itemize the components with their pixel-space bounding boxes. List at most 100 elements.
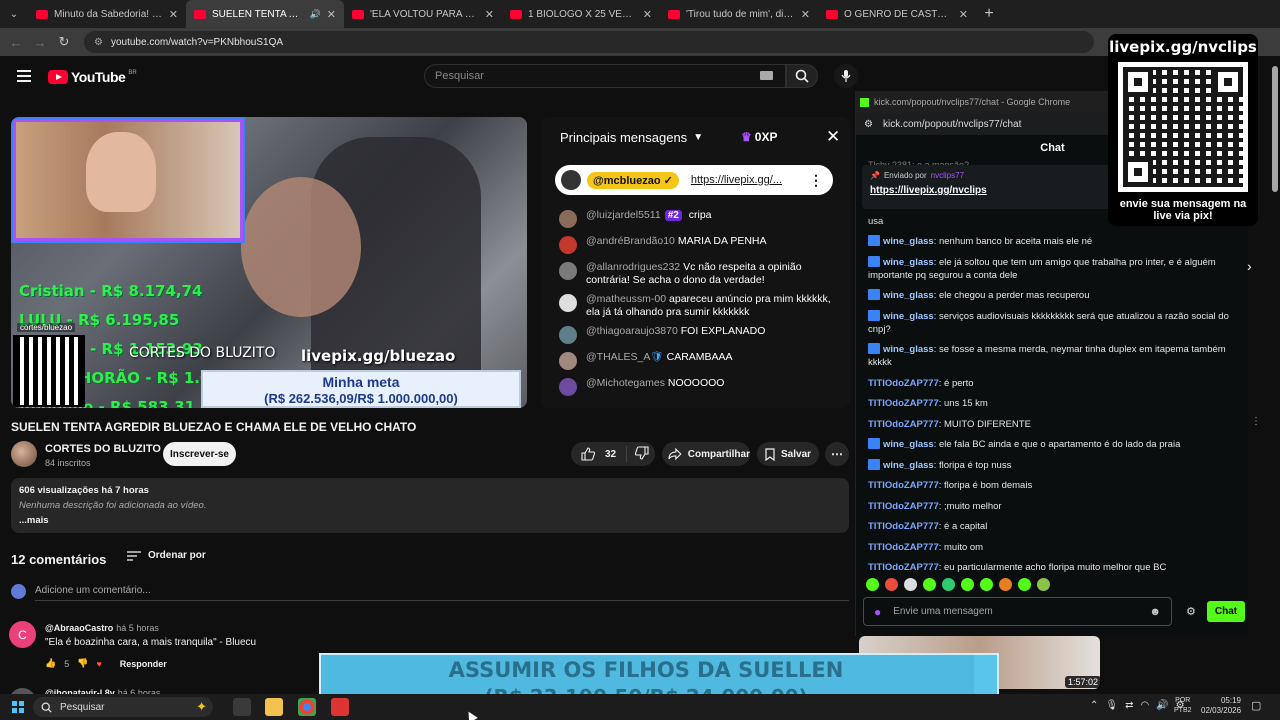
- kick-username[interactable]: TITIOdoZAP777: [868, 398, 939, 409]
- live-chat-username[interactable]: @THALES_A: [586, 351, 650, 363]
- kick-username[interactable]: TITIOdoZAP777: [868, 480, 939, 491]
- notifications-icon[interactable]: ▢: [1251, 699, 1261, 712]
- chrome-icon[interactable]: [298, 698, 316, 716]
- kick-username[interactable]: wine_glass: [883, 344, 934, 355]
- avatar[interactable]: [559, 294, 577, 312]
- back-icon[interactable]: ←: [4, 35, 28, 50]
- video-player[interactable]: Cristian - R$ 8.174,74 LULU - R$ 6.195,8…: [11, 117, 527, 408]
- live-chat-username[interactable]: @thiagoaraujo3870: [586, 325, 678, 337]
- kick-username[interactable]: TITIOdoZAP777: [868, 378, 939, 389]
- kick-username[interactable]: wine_glass: [883, 439, 934, 450]
- live-chat-username[interactable]: @luizjardel5511: [586, 209, 661, 221]
- thumbs-down-icon[interactable]: 👎: [77, 658, 88, 669]
- avatar[interactable]: [559, 210, 577, 228]
- avatar[interactable]: C: [9, 621, 36, 648]
- channel-name[interactable]: CORTES DO BLUZITO: [45, 443, 161, 455]
- kick-username[interactable]: TITIOdoZAP777: [868, 542, 939, 553]
- site-info-icon[interactable]: ⚙: [864, 119, 873, 130]
- kick-username[interactable]: TITIOdoZAP777: [868, 521, 939, 532]
- chevron-up-icon[interactable]: ⌃: [1090, 700, 1098, 711]
- show-more-link[interactable]: ...mais: [19, 515, 841, 526]
- emote-icon[interactable]: [904, 578, 917, 591]
- add-comment-input[interactable]: Adicione um comentário...: [35, 585, 151, 596]
- emote-icon[interactable]: [923, 578, 936, 591]
- tab-search-icon[interactable]: ⌄: [0, 0, 28, 28]
- settings-gear-icon[interactable]: ⚙: [1186, 605, 1196, 618]
- kick-pinned-link[interactable]: https://livepix.gg/nvclips: [870, 185, 1110, 196]
- avatar[interactable]: [559, 236, 577, 254]
- pinned-link[interactable]: https://livepix.gg/...: [691, 174, 782, 186]
- like-button[interactable]: 32: [571, 446, 628, 462]
- avatar[interactable]: [559, 262, 577, 280]
- tab-close-icon[interactable]: ✕: [169, 8, 178, 21]
- search-button[interactable]: [786, 64, 818, 88]
- kick-pinned-message[interactable]: 📌 Enviado por nvclips77 https://livepix.…: [862, 165, 1118, 209]
- keyboard-icon[interactable]: [760, 71, 773, 80]
- close-chat-icon[interactable]: ✕: [826, 127, 840, 147]
- voice-search-button[interactable]: [834, 64, 858, 88]
- microphone-icon[interactable]: 🎙: [1105, 700, 1118, 711]
- dislike-button[interactable]: [627, 445, 649, 463]
- pinned-message[interactable]: @mcbluezao ✓ https://livepix.gg/... ⋮: [555, 165, 833, 195]
- more-options-icon[interactable]: ⋮: [809, 172, 823, 189]
- emote-icon[interactable]: [1037, 578, 1050, 591]
- emote-icon[interactable]: [885, 578, 898, 591]
- kick-username[interactable]: TITIOdoZAP777: [868, 419, 939, 430]
- task-view-icon[interactable]: [233, 698, 251, 716]
- tab-ela-voltou[interactable]: 'ELA VOLTOU PARA O MEIO DO ✕: [344, 0, 502, 28]
- tab-close-icon[interactable]: ✕: [327, 8, 336, 21]
- youtube-logo[interactable]: YouTube BR: [48, 69, 137, 85]
- thumbs-up-icon[interactable]: 👍: [45, 658, 56, 669]
- chevron-down-icon[interactable]: ▼: [693, 132, 703, 143]
- live-chat-username[interactable]: @allanrodrigues232: [586, 261, 680, 273]
- tab-minuto[interactable]: Minuto da Sabedoria! - YouTube ✕: [28, 0, 186, 28]
- speaker-icon[interactable]: 🔊: [310, 9, 321, 20]
- tab-genro[interactable]: O GENRO DE CASTOR DE ANDRÉ ✕: [818, 0, 976, 28]
- volume-icon[interactable]: 🔊: [1156, 700, 1168, 711]
- kick-username[interactable]: wine_glass: [883, 311, 934, 322]
- menu-icon[interactable]: [17, 70, 31, 82]
- live-chat-username[interactable]: @matheussm-00: [586, 293, 666, 305]
- clock[interactable]: 05:19 02/03/2026: [1201, 696, 1241, 716]
- avatar[interactable]: [559, 352, 577, 370]
- tab-close-icon[interactable]: ✕: [959, 8, 968, 21]
- site-info-icon[interactable]: ⚙: [94, 37, 103, 48]
- avatar[interactable]: [559, 326, 577, 344]
- sort-comments-button[interactable]: Ordenar por: [127, 550, 206, 561]
- reload-icon[interactable]: ↻: [52, 34, 76, 50]
- pinned-by-user[interactable]: nvclips77: [931, 171, 964, 180]
- emote-icon[interactable]: [1018, 578, 1031, 591]
- kick-send-button[interactable]: Chat: [1207, 601, 1245, 622]
- chat-mode-dropdown[interactable]: Principais mensagens: [560, 130, 687, 145]
- comment-username[interactable]: @AbraaoCastro: [45, 623, 113, 633]
- comment-author[interactable]: @AbraaoCastro há 5 horas: [45, 623, 159, 633]
- taskbar-search[interactable]: Pesquisar ✦: [33, 697, 213, 717]
- kick-username[interactable]: wine_glass: [883, 236, 934, 247]
- more-options-icon[interactable]: ⋮: [1251, 416, 1261, 427]
- share-button[interactable]: Compartilhar: [662, 442, 750, 466]
- comment-time[interactable]: há 5 horas: [116, 623, 159, 633]
- forward-icon[interactable]: →: [28, 35, 52, 50]
- kick-username[interactable]: TITIOdoZAP777: [868, 501, 939, 512]
- url-field[interactable]: ⚙ youtube.com/watch?v=PKNbhouS1QA: [84, 31, 1094, 53]
- chevron-right-icon[interactable]: ›: [1247, 258, 1252, 274]
- xp-badge[interactable]: ♛ 0XP: [741, 130, 777, 144]
- tab-close-icon[interactable]: ✕: [485, 8, 494, 21]
- language-indicator[interactable]: POR PTB2: [1174, 696, 1192, 716]
- microphone-icon[interactable]: ●: [874, 605, 881, 619]
- new-tab-button[interactable]: +: [976, 0, 1002, 28]
- channel-avatar[interactable]: [11, 441, 37, 467]
- kick-username[interactable]: TITIOdoZAP777: [868, 562, 939, 573]
- tab-tirou-tudo[interactable]: 'Tirou tudo de mim', diz vítima ✕: [660, 0, 818, 28]
- kick-message-input[interactable]: ● Envie uma mensagem ☻: [863, 597, 1172, 626]
- scrollbar[interactable]: [1272, 66, 1278, 192]
- file-explorer-icon[interactable]: [265, 698, 283, 716]
- subscribe-button[interactable]: Inscrever-se: [163, 442, 236, 466]
- live-chat-username[interactable]: @Michotegames: [586, 377, 665, 389]
- kick-username[interactable]: wine_glass: [883, 290, 934, 301]
- windows-start-icon[interactable]: [12, 701, 24, 713]
- save-button[interactable]: Salvar: [757, 442, 819, 466]
- kick-username[interactable]: wine_glass: [883, 460, 934, 471]
- emote-icon[interactable]: [999, 578, 1012, 591]
- emote-icon[interactable]: [980, 578, 993, 591]
